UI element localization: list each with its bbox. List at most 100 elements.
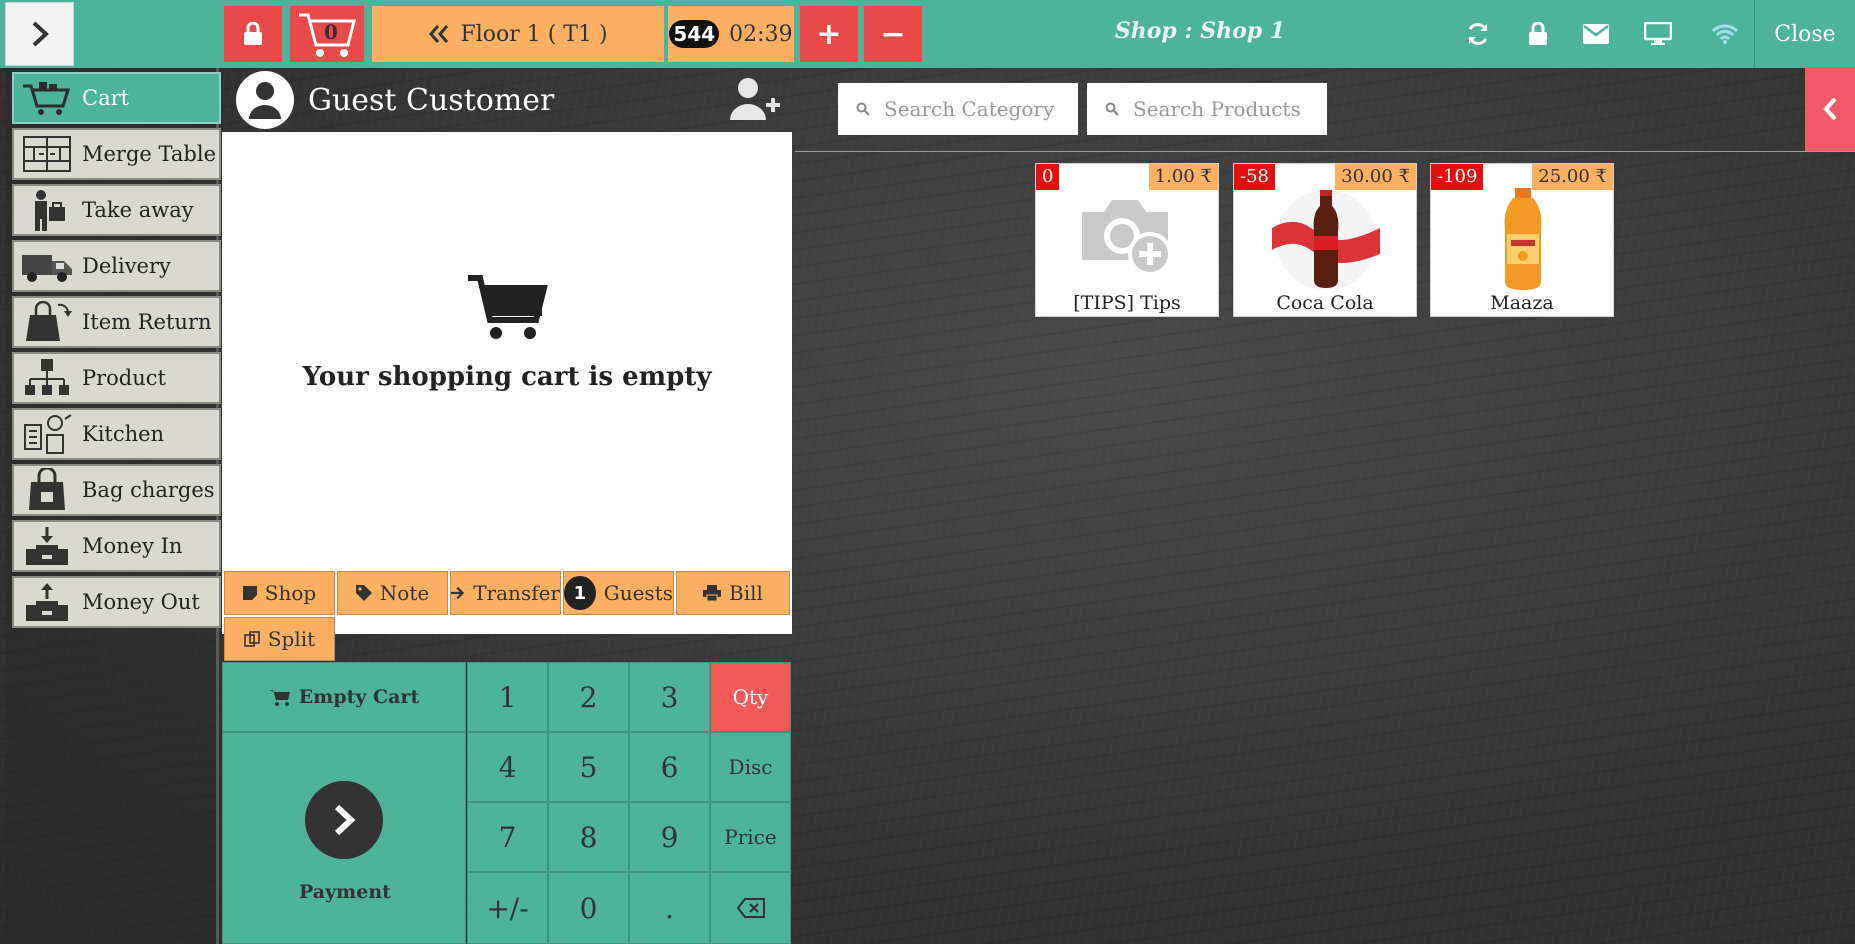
menu-item-take-away[interactable]: Take away [12, 184, 221, 236]
product-card[interactable]: -58 30.00 ₹ Coca Cola [1233, 163, 1417, 317]
double-chevron-left-icon [429, 25, 449, 43]
guests-button[interactable]: 1 Guests [563, 571, 674, 615]
printer-icon [703, 585, 722, 601]
note-button[interactable]: Note [337, 571, 448, 615]
price-badge: 1.00 ₹ [1148, 164, 1218, 190]
shop-label: Shop [264, 581, 317, 605]
menu-label: Take away [82, 198, 194, 222]
key-7[interactable]: 7 [467, 802, 548, 872]
money-in-icon [18, 524, 76, 568]
add-table-button[interactable]: + [800, 6, 858, 62]
cart-count-button[interactable]: 0 [290, 6, 364, 62]
backspace-icon [736, 898, 765, 918]
item-return-icon [18, 300, 76, 344]
stock-badge: -58 [1234, 164, 1275, 190]
chevron-left-icon [1823, 97, 1837, 121]
minus-icon: − [880, 16, 906, 52]
product-name: Maaza [1490, 292, 1554, 314]
cart-panel: Guest Customer Your shopping cart is emp… [222, 68, 792, 944]
key-6[interactable]: 6 [629, 732, 710, 802]
key-dot[interactable]: . [629, 872, 710, 944]
menu-label: Product [82, 366, 166, 390]
menu-label: Money Out [82, 590, 200, 614]
arrow-right-icon [451, 586, 465, 600]
key-5[interactable]: 5 [548, 732, 629, 802]
stock-badge: -109 [1431, 164, 1484, 190]
desktop-icon[interactable] [1642, 18, 1674, 50]
merge-table-icon [18, 132, 76, 176]
money-out-icon [18, 580, 76, 624]
transfer-label: Transfer [473, 581, 560, 605]
customer-avatar[interactable] [236, 71, 294, 129]
search-category-input[interactable] [884, 97, 1054, 121]
customer-name[interactable]: Guest Customer [308, 83, 554, 118]
menu-item-bag-charges[interactable]: Bag charges [12, 464, 221, 516]
menu-item-cart[interactable]: Cart [12, 72, 221, 124]
menu-item-product[interactable]: Product [12, 352, 221, 404]
key-plus-minus[interactable]: +/- [467, 872, 548, 944]
menu-label: Delivery [82, 254, 171, 278]
floor-label: Floor 1 ( T1 ) [460, 21, 608, 47]
key-3[interactable]: 3 [629, 662, 710, 732]
shopping-cart-icon [468, 275, 548, 339]
take-away-icon [18, 188, 76, 232]
bag-icon [18, 468, 76, 512]
menu-item-money-out[interactable]: Money Out [12, 576, 221, 628]
cart-icon [268, 690, 290, 706]
search-products-input[interactable] [1133, 97, 1303, 121]
search-category-box [838, 83, 1078, 135]
kitchen-icon [18, 412, 76, 456]
timer-badge: 544 [669, 20, 720, 48]
split-button[interactable]: Split [224, 617, 335, 661]
menu-item-money-in[interactable]: Money In [12, 520, 221, 572]
payment-button[interactable]: Payment [222, 732, 466, 944]
bill-button[interactable]: Bill [676, 571, 790, 615]
sidebar-toggle-button[interactable] [5, 2, 74, 66]
key-1[interactable]: 1 [467, 662, 548, 732]
menu-label: Merge Table [82, 142, 216, 166]
key-8[interactable]: 8 [548, 802, 629, 872]
tag-icon [355, 585, 372, 601]
qty-button[interactable]: Qty [710, 662, 791, 732]
close-label: Close [1774, 21, 1836, 47]
lock-screen-button[interactable] [224, 6, 282, 62]
menu-item-item-return[interactable]: Item Return [12, 296, 221, 348]
key-4[interactable]: 4 [467, 732, 548, 802]
chevron-right-icon [305, 781, 383, 859]
menu-item-kitchen[interactable]: Kitchen [12, 408, 221, 460]
lock-icon[interactable] [1522, 18, 1554, 50]
close-button[interactable]: Close [1754, 0, 1855, 68]
menu-label: Kitchen [82, 422, 165, 446]
search-icon [856, 102, 870, 116]
envelope-icon[interactable] [1580, 18, 1612, 50]
wifi-icon[interactable] [1709, 18, 1741, 50]
refresh-icon[interactable] [1462, 18, 1494, 50]
cart-icon [18, 76, 76, 120]
shop-title: Shop : Shop 1 [1114, 18, 1286, 44]
collapse-panel-button[interactable] [1805, 67, 1855, 151]
note-label: Note [379, 581, 430, 605]
product-card[interactable]: -109 25.00 ₹ Maaza [1430, 163, 1614, 317]
key-0[interactable]: 0 [548, 872, 629, 944]
transfer-button[interactable]: Transfer [450, 571, 561, 615]
key-9[interactable]: 9 [629, 802, 710, 872]
side-menu: Cart Merge Table Take away Delivery Item… [5, 68, 221, 944]
search-icon [1105, 102, 1119, 116]
price-button[interactable]: Price [710, 802, 791, 872]
product-card[interactable]: 0 1.00 ₹ [TIPS] Tips [1035, 163, 1219, 317]
key-2[interactable]: 2 [548, 662, 629, 732]
backspace-button[interactable] [710, 872, 791, 944]
menu-item-delivery[interactable]: Delivery [12, 240, 221, 292]
top-bar: 0 Floor 1 ( T1 ) 544 02:39 + − Shop : Sh… [0, 0, 1855, 68]
guests-label: Guests [603, 581, 673, 605]
disc-button[interactable]: Disc [710, 732, 791, 802]
empty-cart-button[interactable]: Empty Cart [222, 662, 466, 732]
search-products-box [1087, 83, 1327, 135]
add-customer-icon[interactable] [728, 76, 782, 126]
remove-table-button[interactable]: − [864, 6, 922, 62]
stock-badge: 0 [1036, 164, 1060, 190]
guests-count-badge: 1 [564, 576, 596, 610]
menu-item-merge-table[interactable]: Merge Table [12, 128, 221, 180]
shop-button[interactable]: Shop [224, 571, 335, 615]
floor-table-button[interactable]: Floor 1 ( T1 ) [372, 6, 664, 62]
